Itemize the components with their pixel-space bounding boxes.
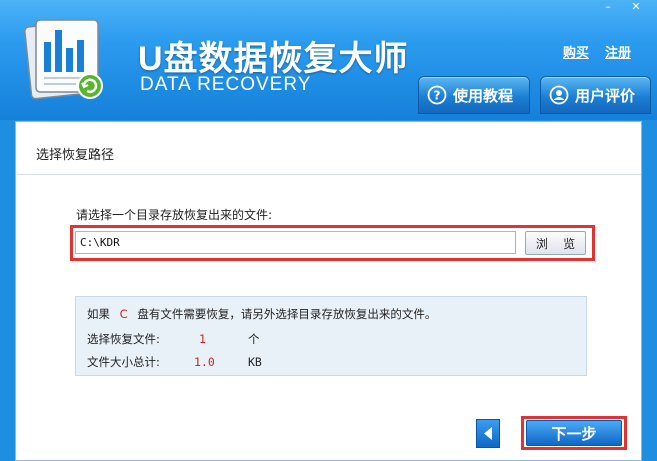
- path-label: 请选择一个目录存放恢复出来的文件:: [76, 208, 273, 222]
- close-button[interactable]: ✕: [624, 0, 648, 14]
- file-size-row: 文件大小总计: 1.0 KB: [87, 354, 262, 370]
- register-link[interactable]: 注册: [605, 42, 631, 61]
- file-count-unit: 个: [248, 332, 260, 346]
- browse-button[interactable]: 浏 览: [525, 231, 586, 255]
- next-button[interactable]: 下一步: [526, 420, 622, 446]
- buy-link[interactable]: 购买: [563, 42, 589, 61]
- main-panel: 选择恢复路径 请选择一个目录存放恢复出来的文件: 浏 览 如果 C 盘有文件需要…: [15, 121, 642, 461]
- user-review-icon: [549, 85, 569, 105]
- user-review-button[interactable]: 用户评价: [540, 76, 651, 114]
- file-size-value: 1.0: [194, 355, 215, 369]
- file-count-value: 1: [199, 332, 206, 346]
- divider: [17, 174, 641, 175]
- svg-text:?: ?: [434, 89, 441, 103]
- drive-warning: 如果 C 盘有文件需要恢复，请另外选择目录存放恢复出来的文件。: [87, 307, 437, 321]
- file-size-label: 文件大小总计:: [87, 355, 160, 369]
- chevron-left-icon: [484, 427, 492, 440]
- file-count-label: 选择恢复文件:: [87, 332, 160, 346]
- tutorial-button[interactable]: ? 使用教程: [418, 76, 530, 114]
- help-icon: ?: [427, 85, 447, 105]
- file-count-row: 选择恢复文件: 1 个: [87, 331, 260, 347]
- back-button[interactable]: [476, 419, 500, 448]
- app-title: U盘数据恢复大师: [138, 40, 409, 78]
- title-bar: – ✕ U盘数据恢复大师 DATA RECOVERY 购买 注册 ? 使用教程 …: [0, 0, 657, 120]
- section-title: 选择恢复路径: [36, 148, 115, 163]
- app-subtitle: DATA RECOVERY: [140, 74, 312, 95]
- drive-letter: C: [119, 307, 128, 321]
- tutorial-button-label: 使用教程: [453, 86, 514, 105]
- app-logo-icon: [24, 19, 103, 100]
- file-size-unit: KB: [248, 355, 262, 369]
- minimize-button[interactable]: –: [596, 0, 620, 14]
- user-review-button-label: 用户评价: [575, 86, 636, 105]
- path-input[interactable]: [75, 231, 516, 254]
- info-panel: 如果 C 盘有文件需要恢复，请另外选择目录存放恢复出来的文件。 选择恢复文件: 1…: [75, 296, 587, 376]
